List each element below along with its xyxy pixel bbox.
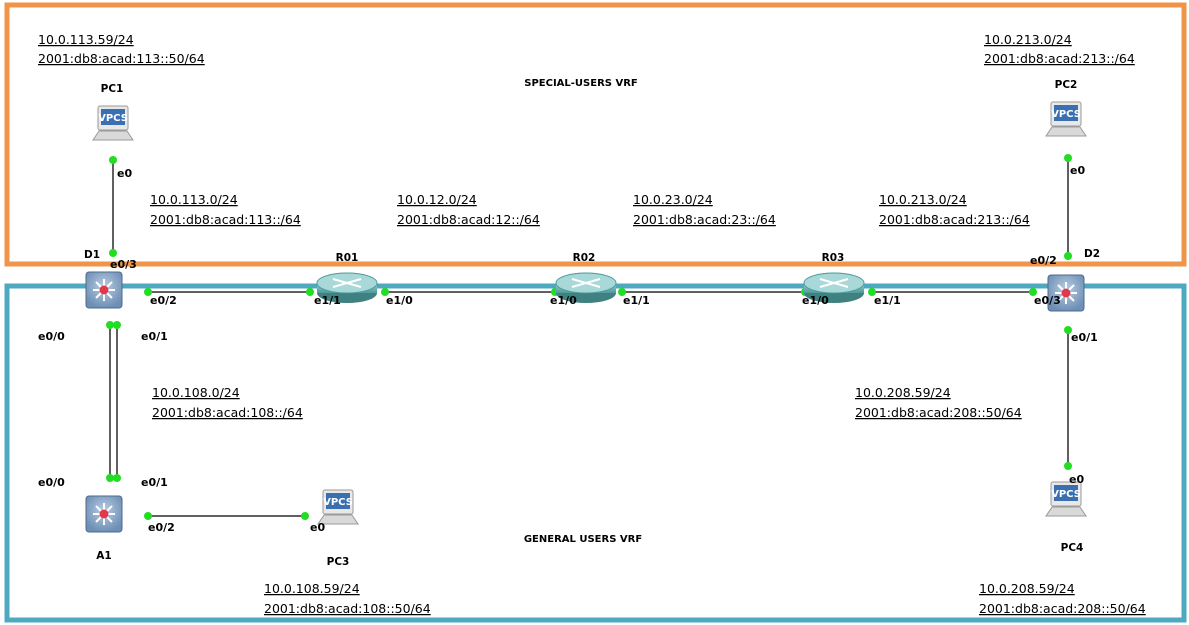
port-label: e0 xyxy=(1070,164,1085,177)
pc4-label: PC4 xyxy=(1061,542,1084,554)
network-label: 10.0.108.0/24 xyxy=(152,385,240,400)
port-label: e0/2 xyxy=(148,521,175,534)
port-label: e0/0 xyxy=(38,330,65,343)
network-label: 10.0.208.59/24 xyxy=(979,581,1075,596)
general-vrf-label: GENERAL USERS VRF xyxy=(524,534,642,545)
pc1-vpcs-text: VPCS xyxy=(98,113,128,124)
port-dot xyxy=(106,321,114,329)
network-label: 10.0.113.59/24 xyxy=(38,32,134,47)
general-vrf-zone xyxy=(4,283,1187,623)
network-label: 10.0.208.59/24 xyxy=(855,385,951,400)
port-dot xyxy=(144,512,152,520)
d1-label: D1 xyxy=(84,249,100,261)
pc2-vpcs-text: VPCS xyxy=(1051,109,1081,120)
port-dot xyxy=(1064,462,1072,470)
port-dot xyxy=(109,249,117,257)
pc2-node[interactable]: VPCS xyxy=(1045,101,1087,137)
network-label: 2001:db8:acad:108::50/64 xyxy=(264,601,431,616)
network-label: 10.0.113.0/24 xyxy=(150,192,238,207)
port-dot xyxy=(113,321,121,329)
a1-switch[interactable] xyxy=(85,495,123,533)
network-label: 2001:db8:acad:213::/64 xyxy=(879,212,1030,227)
port-label: e1/0 xyxy=(386,294,413,307)
port-label: e0 xyxy=(117,167,132,180)
switch-center xyxy=(1061,288,1071,298)
port-dot xyxy=(106,474,114,482)
port-dot xyxy=(109,156,117,164)
pc4-node[interactable]: VPCS xyxy=(1045,481,1087,517)
network-label: 10.0.213.0/24 xyxy=(879,192,967,207)
d2-label: D2 xyxy=(1084,248,1100,260)
port-dots xyxy=(106,154,1072,520)
port-label: e0/3 xyxy=(110,258,137,271)
r01-label: R01 xyxy=(336,252,359,264)
port-label: e0 xyxy=(310,521,325,534)
port-dot xyxy=(113,474,121,482)
network-label: 2001:db8:acad:113::50/64 xyxy=(38,51,205,66)
network-label: 2001:db8:acad:113::/64 xyxy=(150,212,301,227)
port-label: e0 xyxy=(1069,473,1084,486)
switch-center xyxy=(99,285,109,295)
port-label: e0/1 xyxy=(1071,331,1098,344)
network-label: 10.0.213.0/24 xyxy=(984,32,1072,47)
port-dot xyxy=(1064,252,1072,260)
d1-switch[interactable] xyxy=(85,271,123,309)
port-dot xyxy=(306,288,314,296)
switch-center xyxy=(99,509,109,519)
pc3-node[interactable]: VPCS xyxy=(317,489,359,525)
port-label: e1/1 xyxy=(623,294,650,307)
pc1-label: PC1 xyxy=(101,83,124,95)
network-label: 2001:db8:acad:208::50/64 xyxy=(979,601,1146,616)
port-label: e0/0 xyxy=(38,476,65,489)
special-vrf-label: SPECIAL-USERS VRF xyxy=(524,78,638,89)
port-dot xyxy=(301,512,309,520)
network-label: 10.0.23.0/24 xyxy=(633,192,713,207)
network-label: 2001:db8:acad:208::50/64 xyxy=(855,405,1022,420)
r03-label: R03 xyxy=(822,252,845,264)
port-label: e0/1 xyxy=(141,476,168,489)
r02-label: R02 xyxy=(573,252,596,264)
port-label: e1/1 xyxy=(314,294,341,307)
network-topology: SPECIAL-USERS VRF GENERAL USERS VRF VPCS… xyxy=(4,2,1187,623)
port-label: e1/1 xyxy=(874,294,901,307)
port-label: e1/0 xyxy=(802,294,829,307)
port-label: e0/2 xyxy=(150,294,177,307)
port-label: e0/1 xyxy=(141,330,168,343)
network-label: 2001:db8:acad:12::/64 xyxy=(397,212,540,227)
pc2-label: PC2 xyxy=(1055,79,1078,91)
port-dot xyxy=(1064,154,1072,162)
network-label: 2001:db8:acad:213::/64 xyxy=(984,51,1135,66)
a1-label: A1 xyxy=(96,550,111,562)
port-label: e0/3 xyxy=(1034,294,1061,307)
pc4-vpcs-text: VPCS xyxy=(1051,489,1081,500)
network-label: 10.0.12.0/24 xyxy=(397,192,477,207)
network-label: 10.0.108.59/24 xyxy=(264,581,360,596)
network-label: 2001:db8:acad:23::/64 xyxy=(633,212,776,227)
port-label: e0/2 xyxy=(1030,254,1057,267)
pc3-vpcs-text: VPCS xyxy=(323,497,353,508)
pc1-node[interactable]: VPCS xyxy=(92,105,134,141)
pc3-label: PC3 xyxy=(327,556,350,568)
network-label: 2001:db8:acad:108::/64 xyxy=(152,405,303,420)
port-label: e1/0 xyxy=(550,294,577,307)
